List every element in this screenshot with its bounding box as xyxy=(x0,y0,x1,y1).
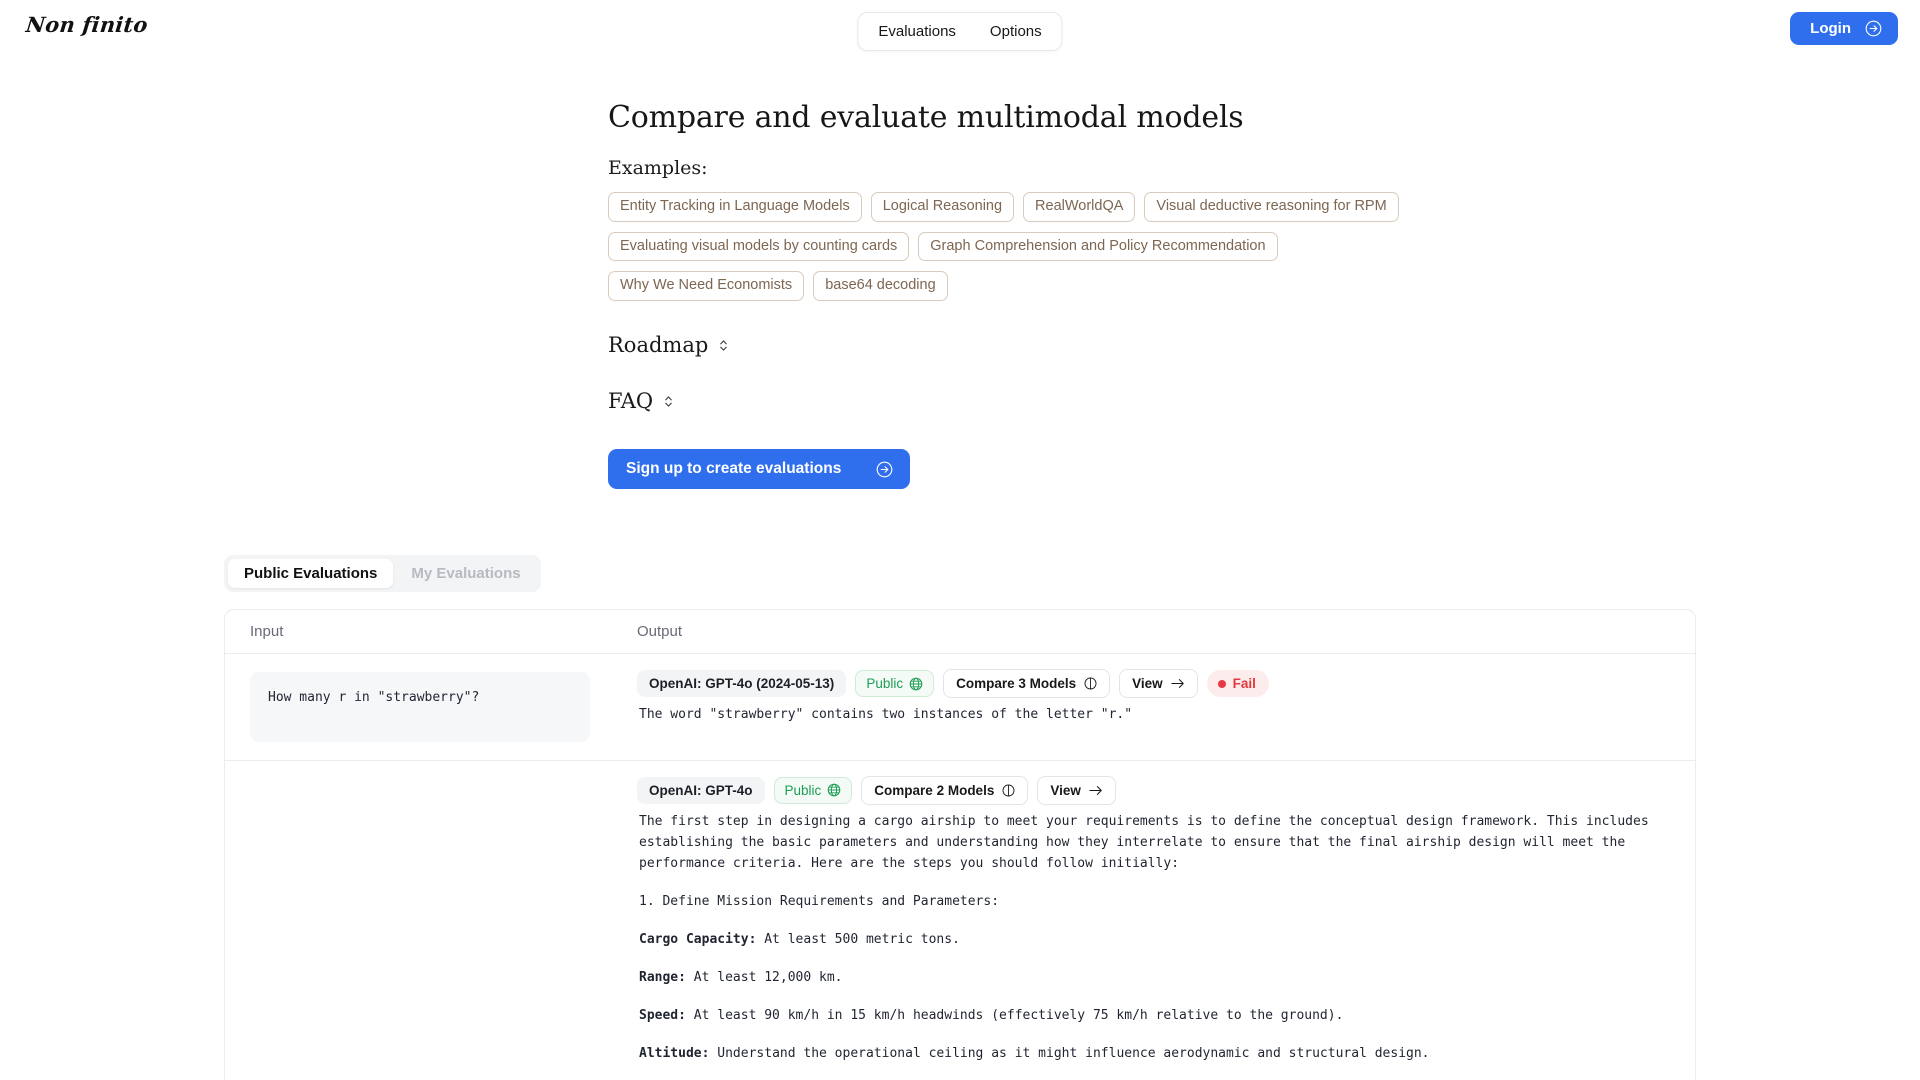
arrow-right-icon xyxy=(1171,679,1184,688)
view-button[interactable]: View xyxy=(1037,775,1116,805)
page-title: Compare and evaluate multimodal models xyxy=(608,100,1244,135)
nav-item-options[interactable]: Options xyxy=(976,18,1056,45)
status-badge-label: Fail xyxy=(1232,676,1256,692)
view-button[interactable]: View xyxy=(1119,669,1198,699)
compare-models-button[interactable]: Compare 3 Models xyxy=(943,669,1111,699)
output-cell: OpenAI: GPT-4o (2024-05-13) Public Compa… xyxy=(615,654,1695,760)
table-row: How many r in "strawberry"? OpenAI: GPT-… xyxy=(225,654,1695,761)
table-header-row: Input Output xyxy=(225,610,1695,655)
signup-button-label: Sign up to create evaluations xyxy=(626,460,842,478)
main-nav: Evaluations Options xyxy=(857,12,1063,51)
examples-label: Examples: xyxy=(608,157,708,179)
example-tag[interactable]: Logical Reasoning xyxy=(870,192,1015,222)
top-bar: Non finito Evaluations Options Login xyxy=(0,0,1920,60)
example-tag-list: Entity Tracking in Language Models Logic… xyxy=(608,192,1920,302)
chevron-up-down-icon xyxy=(665,395,672,407)
column-header-input: Input xyxy=(250,623,284,641)
output-text: The first step in designing a cargo airs… xyxy=(637,811,1673,1080)
status-badge: Fail xyxy=(1206,670,1269,698)
collapsible-faq[interactable]: FAQ xyxy=(608,389,674,413)
evaluations-table: Input Output How many r in "strawberry"?… xyxy=(224,609,1696,1080)
tab-my-evaluations[interactable]: My Evaluations xyxy=(395,559,536,588)
output-text: The word "strawberry" contains two insta… xyxy=(637,704,1673,725)
output-label: Range: xyxy=(639,969,686,985)
output-value: At least 12,000 km. xyxy=(685,969,843,985)
brand-logo[interactable]: Non finito xyxy=(25,12,149,37)
example-tag[interactable]: Entity Tracking in Language Models xyxy=(608,192,862,222)
example-tag-row: Evaluating visual models by counting car… xyxy=(608,231,1920,262)
output-badges: OpenAI: GPT-4o (2024-05-13) Public Compa… xyxy=(637,669,1673,699)
collapsible-faq-label: FAQ xyxy=(608,389,654,414)
output-label: Cargo Capacity: xyxy=(639,931,757,947)
column-header-output: Output xyxy=(637,623,683,641)
output-value: At least 500 metric tons. xyxy=(756,931,960,947)
compare-models-button[interactable]: Compare 2 Models xyxy=(861,775,1029,805)
input-prompt-text: How many r in "strawberry"? xyxy=(250,672,590,742)
example-tag[interactable]: base64 decoding xyxy=(813,271,948,302)
globe-icon xyxy=(909,677,923,690)
output-paragraph: 1. Define Mission Requirements and Param… xyxy=(639,893,1000,909)
evaluations-tabs-wrap: Public Evaluations My Evaluations xyxy=(0,555,1920,593)
contrast-icon xyxy=(1084,677,1097,690)
example-tag-row: Entity Tracking in Language Models Logic… xyxy=(608,192,1920,222)
output-cell: OpenAI: GPT-4o Public Compare 2 Models V… xyxy=(615,761,1695,1080)
collapsible-roadmap[interactable]: Roadmap xyxy=(608,333,729,357)
compare-models-label: Compare 3 Models xyxy=(956,676,1077,692)
view-button-label: View xyxy=(1050,782,1081,798)
output-paragraph: Range: At least 12,000 km. xyxy=(639,967,1673,988)
example-tag[interactable]: Why We Need Economists xyxy=(608,271,805,302)
hero-section: Compare and evaluate multimodal models E… xyxy=(0,60,1920,490)
view-button-label: View xyxy=(1132,676,1163,692)
arrow-right-icon xyxy=(1089,785,1102,795)
signup-create-evaluations-button[interactable]: Sign up to create evaluations xyxy=(608,449,910,490)
input-cell xyxy=(225,761,615,1080)
example-tag[interactable]: RealWorldQA xyxy=(1023,192,1136,222)
visibility-badge[interactable]: Public xyxy=(773,776,853,804)
output-value: Understand the operational ceiling as it… xyxy=(709,1045,1430,1061)
model-badge: OpenAI: GPT-4o (2024-05-13) xyxy=(637,670,847,698)
output-paragraph: Speed: At least 90 km/h in 15 km/h headw… xyxy=(639,1005,1673,1026)
circle-arrow-right-icon xyxy=(1865,20,1882,37)
visibility-badge-label: Public xyxy=(866,676,904,692)
output-paragraph: The word "strawberry" contains two insta… xyxy=(639,707,1133,723)
globe-icon xyxy=(827,783,841,797)
login-button[interactable]: Login xyxy=(1790,12,1898,45)
output-label: Altitude: xyxy=(639,1045,710,1061)
status-dot-icon xyxy=(1217,679,1226,688)
output-paragraph: The first step in designing a cargo airs… xyxy=(639,813,1649,871)
login-button-label: Login xyxy=(1810,20,1851,37)
tab-public-evaluations[interactable]: Public Evaluations xyxy=(228,559,394,589)
nav-item-evaluations[interactable]: Evaluations xyxy=(864,18,970,45)
chevron-up-down-icon xyxy=(720,339,728,351)
visibility-badge[interactable]: Public xyxy=(855,670,935,698)
output-paragraph: Cargo Capacity: At least 500 metric tons… xyxy=(639,929,1673,950)
output-paragraph: Altitude: Understand the operational cei… xyxy=(639,1043,1673,1064)
model-badge: OpenAI: GPT-4o xyxy=(637,776,765,804)
contrast-icon xyxy=(1002,784,1015,796)
circle-arrow-right-icon xyxy=(876,461,893,477)
example-tag[interactable]: Graph Comprehension and Policy Recommend… xyxy=(918,231,1278,262)
output-label: Speed: xyxy=(639,1007,686,1023)
visibility-badge-label: Public xyxy=(784,782,822,798)
example-tag[interactable]: Evaluating visual models by counting car… xyxy=(608,231,910,262)
output-badges: OpenAI: GPT-4o Public Compare 2 Models V… xyxy=(637,775,1673,805)
example-tag-row: Why We Need Economists base64 decoding xyxy=(608,271,1920,302)
output-value: At least 90 km/h in 15 km/h headwinds (e… xyxy=(685,1007,1344,1023)
input-cell: How many r in "strawberry"? xyxy=(225,654,615,760)
example-tag[interactable]: Visual deductive reasoning for RPM xyxy=(1144,192,1399,222)
evaluations-tabs: Public Evaluations My Evaluations xyxy=(224,555,541,593)
collapsible-roadmap-label: Roadmap xyxy=(608,333,709,358)
table-row: OpenAI: GPT-4o Public Compare 2 Models V… xyxy=(225,761,1695,1080)
compare-models-label: Compare 2 Models xyxy=(874,782,995,798)
